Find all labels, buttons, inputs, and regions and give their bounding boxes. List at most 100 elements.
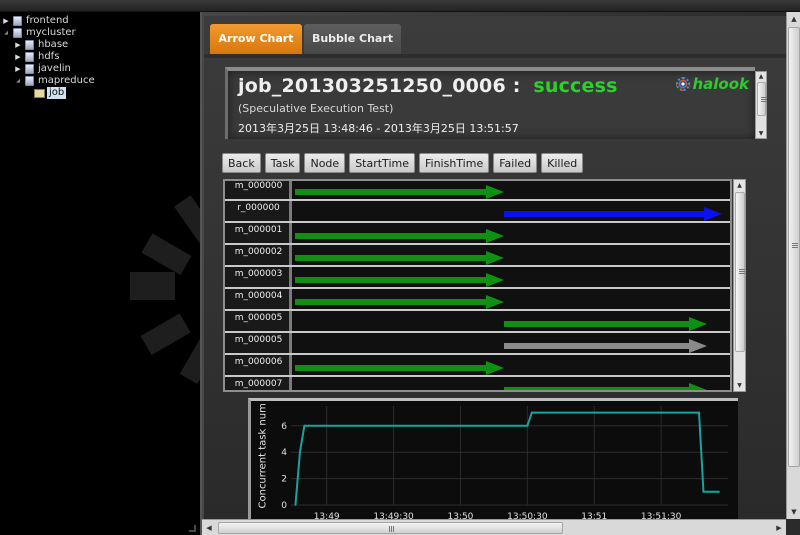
cluster-node-icon (25, 76, 34, 86)
main-horizontal-scrollbar[interactable]: ◀ ▶ (202, 519, 786, 535)
task-label: m_000005 (234, 313, 283, 323)
scroll-up-arrow-icon[interactable]: ▲ (734, 180, 745, 191)
task-arrow-shaft[interactable] (504, 343, 690, 349)
task-row[interactable]: m_000001 (225, 225, 730, 245)
task-arrow-head-icon (704, 207, 722, 221)
tab-arrow-chart[interactable]: Arrow Chart (210, 24, 302, 54)
y-tick-label: 2 (281, 475, 287, 485)
tree-item-label: mycluster (26, 27, 76, 38)
cluster-node-icon (25, 40, 34, 50)
task-arrow-chart: m_000000 r_000000 m_000001 m_000002 m_000003… (223, 179, 732, 392)
task-arrow-head-icon (486, 251, 505, 265)
scroll-thumb[interactable] (735, 192, 745, 352)
task-arrow-shaft[interactable] (295, 255, 487, 261)
data-point (698, 411, 700, 414)
task-arrow-head-icon (689, 383, 708, 390)
task-label: m_000004 (234, 291, 283, 301)
task-arrow-head-icon (486, 361, 505, 375)
tree-item[interactable]: ▶ frontend (2, 15, 69, 27)
sort-button-starttime[interactable]: StartTime (349, 153, 415, 173)
task-arrow-shaft[interactable] (295, 299, 487, 305)
task-label: m_000000 (234, 181, 283, 191)
task-label: m_000006 (234, 357, 283, 367)
sort-button-finishtime[interactable]: FinishTime (418, 153, 490, 173)
expand-arrow-icon[interactable]: ▶ (2, 15, 10, 27)
task-arrow-shaft[interactable] (504, 211, 704, 217)
sort-button-node[interactable]: Node (304, 153, 346, 173)
concurrency-line-chart: 13:49 13:49:30 13:50 13:50:30 13:51 13:51:30 0… (248, 398, 738, 523)
halook-gear-watermark-icon (130, 195, 200, 384)
expand-arrow-icon[interactable]: ▶ (14, 39, 22, 51)
tree-item-label: hbase (38, 39, 69, 50)
main-vertical-scrollbar[interactable]: ▲ ▼ (786, 12, 800, 519)
tab-strip (204, 54, 788, 58)
tree-item[interactable]: ▶ hbase (14, 39, 68, 51)
scroll-thumb[interactable] (218, 522, 563, 534)
tree-item[interactable]: ▶ hdfs (14, 51, 59, 63)
cluster-node-icon (25, 52, 34, 62)
task-arrow-head-icon (689, 317, 708, 331)
task-arrow-shaft[interactable] (295, 277, 487, 283)
job-title: job_201303251250_0006 : success (238, 75, 618, 97)
scroll-down-arrow-icon[interactable]: ▼ (734, 380, 745, 391)
task-arrow-shaft[interactable] (295, 189, 487, 195)
task-arrow-head-icon (486, 273, 505, 287)
scroll-left-arrow-icon[interactable]: ◀ (202, 520, 216, 535)
data-point (530, 411, 533, 414)
task-arrow-head-icon (486, 295, 505, 309)
tree-item[interactable]: job (26, 87, 67, 99)
cluster-tree-panel: ▶ frontend ◢ mycluster ▶ hbase ▶ hdfs ▶ javelin ◢ m… (0, 12, 202, 535)
task-arrow-shaft[interactable] (295, 365, 487, 371)
halook-logo: halook (676, 75, 749, 93)
task-arrow-head-icon (486, 185, 505, 199)
window-top-bar (0, 0, 800, 12)
tab-bubble-chart[interactable]: Bubble Chart (304, 24, 401, 54)
task-arrow-shaft[interactable] (295, 233, 487, 239)
scroll-thumb[interactable] (757, 82, 767, 116)
tree-item[interactable]: ▶ javelin (14, 63, 71, 75)
scroll-thumb[interactable] (788, 27, 800, 467)
task-label: m_000002 (234, 247, 283, 257)
sort-button-back[interactable]: Back (222, 153, 261, 173)
sort-button-task[interactable]: Task (264, 153, 301, 173)
cluster-node-icon (13, 28, 22, 38)
y-axis-label: Concurrent task num (257, 403, 269, 509)
collapse-arrow-icon[interactable]: ◢ (2, 27, 10, 39)
task-row[interactable]: m_000005 (225, 335, 730, 355)
tree-item[interactable]: ◢ mycluster (2, 27, 76, 39)
task-arrow-head-icon (486, 229, 505, 243)
resize-grip[interactable] (189, 525, 196, 532)
scroll-up-arrow-icon[interactable]: ▲ (756, 72, 766, 81)
tree-item[interactable]: ◢ mapreduce (14, 75, 95, 87)
task-row[interactable]: m_000006 (225, 357, 730, 377)
sort-button-killed[interactable]: Killed (541, 153, 584, 173)
main-panel: Arrow Chart Bubble Chart job_20130325125… (202, 12, 800, 535)
task-arrow-shaft[interactable] (504, 387, 690, 390)
scroll-right-arrow-icon[interactable]: ▶ (772, 520, 786, 535)
collapse-arrow-icon[interactable]: ◢ (14, 75, 22, 87)
data-point (299, 451, 301, 453)
scroll-down-arrow-icon[interactable]: ▼ (787, 505, 800, 519)
sort-button-bar: Back Task Node StartTime FinishTime Failed Kil… (222, 153, 584, 173)
main-content: Arrow Chart Bubble Chart job_20130325125… (204, 16, 788, 523)
task-row[interactable]: m_000000 (225, 181, 730, 201)
task-row[interactable]: m_000004 (225, 291, 730, 311)
task-row[interactable]: r_000000 (225, 203, 730, 223)
task-row[interactable]: m_000003 (225, 269, 730, 289)
task-row[interactable]: m_000002 (225, 247, 730, 267)
cluster-node-icon (25, 64, 34, 74)
data-point (294, 504, 297, 506)
task-row[interactable]: m_000005 (225, 313, 730, 333)
scroll-down-arrow-icon[interactable]: ▼ (756, 129, 766, 138)
sort-button-failed[interactable]: Failed (493, 153, 538, 173)
expand-arrow-icon[interactable]: ▶ (14, 51, 22, 63)
expand-arrow-icon[interactable]: ▶ (14, 63, 22, 75)
task-arrow-shaft[interactable] (504, 321, 690, 327)
y-tick-label: 6 (281, 422, 287, 432)
arrow-chart-scrollbar[interactable]: ▲ ▼ (733, 179, 746, 392)
task-label: m_000003 (234, 269, 283, 279)
task-row[interactable]: m_000007 (225, 379, 730, 390)
scroll-up-arrow-icon[interactable]: ▲ (787, 12, 800, 26)
task-label: m_000001 (234, 225, 283, 235)
job-panel-scrollbar[interactable]: ▲ ▼ (755, 71, 767, 139)
